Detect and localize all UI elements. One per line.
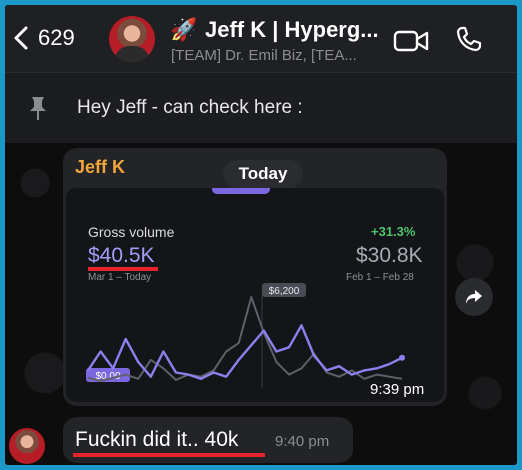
image-tab-indicator — [212, 188, 270, 194]
app-frame: 629 🚀 Jeff K | Hyperg... [TEAM] Dr. Emil… — [5, 5, 517, 465]
highlight-underline — [73, 453, 265, 457]
previous-period-line — [87, 296, 403, 382]
chat-subtitle[interactable]: [TEAM] Dr. Emil Biz, [TEA... — [171, 47, 357, 64]
chevron-left-icon[interactable] — [11, 25, 31, 51]
message-time: 9:39 pm — [370, 381, 425, 398]
chat-avatar[interactable] — [109, 16, 155, 62]
chat-title[interactable]: Jeff K | Hyperg... — [205, 17, 379, 43]
sender-avatar[interactable] — [9, 428, 45, 464]
gross-volume-label: Gross volume — [88, 224, 175, 240]
message-bubble[interactable]: Fuckin did it.. 40k 9:40 pm — [63, 417, 353, 463]
pinned-message-text: Hey Jeff - can check here : — [77, 97, 303, 118]
peak-label: $6,200 — [269, 286, 300, 297]
rocket-icon: 🚀 — [170, 17, 198, 42]
compare-period-label: Feb 1 – Feb 28 — [346, 272, 414, 283]
forward-icon — [466, 290, 482, 304]
sender-name[interactable]: Jeff K — [75, 157, 125, 178]
current-period-line — [87, 324, 403, 381]
chat-header: 629 🚀 Jeff K | Hyperg... [TEAM] Dr. Emil… — [5, 5, 517, 73]
video-call-icon[interactable] — [393, 29, 429, 53]
message-time: 9:40 pm — [275, 433, 330, 450]
date-separator: Today — [223, 160, 303, 188]
forward-button[interactable] — [455, 278, 493, 316]
phone-call-icon[interactable] — [455, 25, 483, 53]
attached-image[interactable]: Gross volume +31.3% $40.5K $30.8K Mar 1 … — [66, 188, 444, 402]
current-period-end-point — [399, 354, 405, 361]
pinned-message-bar[interactable]: Hey Jeff - can check here : — [5, 73, 517, 143]
compare-value: $30.8K — [356, 244, 423, 267]
pin-icon — [30, 97, 46, 120]
highlight-underline — [88, 267, 158, 271]
period-label: Mar 1 – Today — [88, 272, 152, 283]
gross-volume-value: $40.5K — [88, 244, 155, 267]
back-unread-count[interactable]: 629 — [38, 25, 75, 51]
message-text: Fuckin did it.. 40k — [75, 428, 239, 451]
change-percent: +31.3% — [371, 224, 416, 239]
